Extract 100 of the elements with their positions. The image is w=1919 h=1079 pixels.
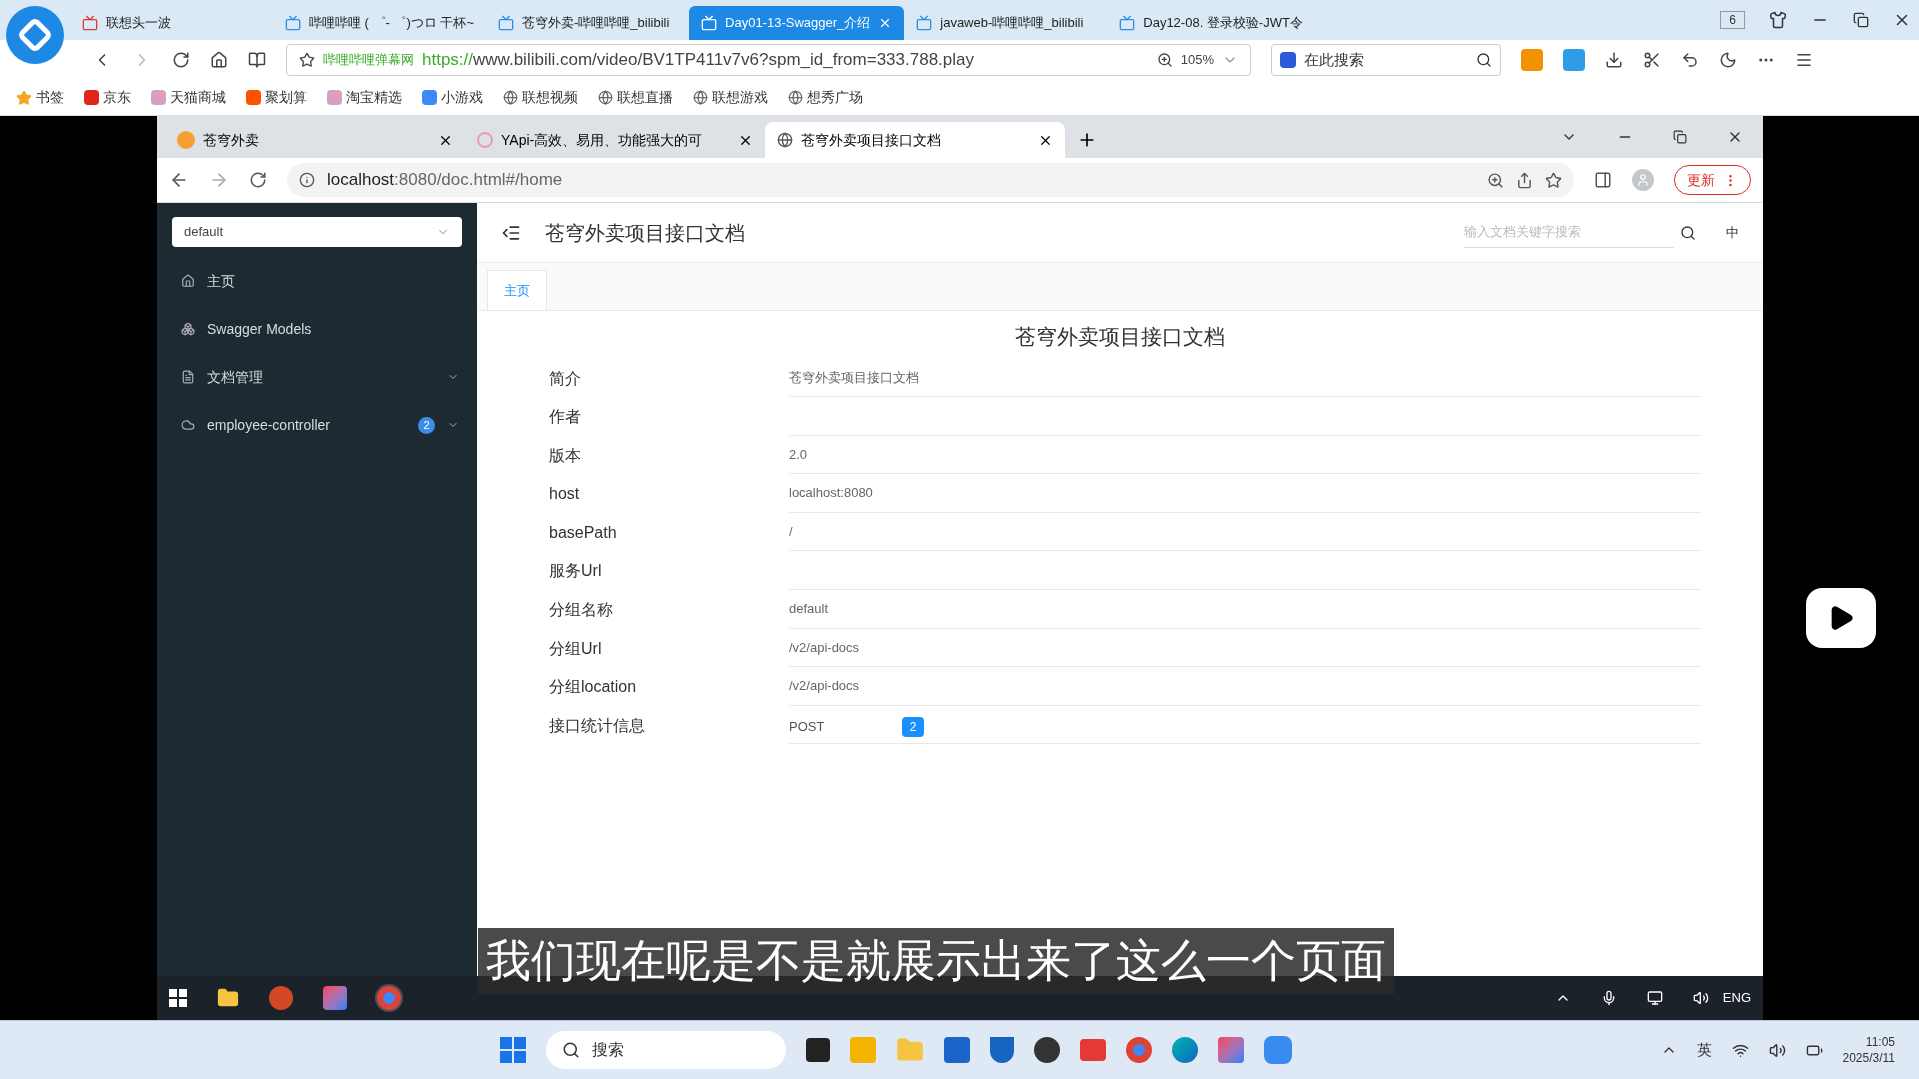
document-icon — [181, 370, 195, 384]
menu-icon[interactable] — [1795, 51, 1813, 69]
home-icon[interactable] — [210, 51, 228, 69]
video-subtitle: 我们现在呢是不是就展示出来了这么一个页面 — [478, 928, 1394, 994]
restore-icon[interactable] — [1853, 12, 1869, 28]
display-icon[interactable] — [1646, 990, 1663, 1006]
undo-icon[interactable] — [1681, 51, 1699, 69]
browser-app-icon[interactable] — [1172, 1037, 1198, 1063]
field-label: 作者 — [549, 407, 582, 428]
home-icon — [181, 274, 195, 288]
url-text: https://www.bilibili.com/video/BV1TP411v7v6?spm_id_from=333.788.play — [422, 49, 974, 72]
bookmark-icon — [422, 90, 437, 105]
site-name: 哔哩哔哩弹幕网 — [323, 51, 414, 70]
folder-icon[interactable] — [217, 987, 239, 1009]
cloud-icon — [181, 418, 195, 432]
method-label: POST — [789, 717, 826, 736]
browser-tab[interactable]: 联想头一波 — [70, 6, 273, 40]
sidebar-item[interactable]: 文档管理 — [157, 353, 477, 401]
app-icon[interactable] — [1034, 1037, 1060, 1063]
language-text[interactable]: 中 — [1726, 222, 1739, 243]
tv-icon — [916, 15, 933, 31]
bookmark-item[interactable]: 想秀广场 — [788, 87, 863, 108]
field-value: /v2/api-docs — [789, 677, 860, 696]
field-value: 苍穹外卖项目接口文档 — [789, 368, 919, 387]
globe-icon — [598, 90, 613, 105]
search-field[interactable]: 在此搜索 — [1271, 44, 1501, 76]
browser-tab[interactable]: Day01-13-Swagger_介绍 — [689, 6, 905, 40]
share-icon[interactable] — [1516, 171, 1533, 189]
tv-icon — [701, 15, 718, 31]
browser-app-icon[interactable] — [377, 986, 401, 1010]
bookmark-item[interactable]: 联想直播 — [598, 87, 673, 108]
skin-icon[interactable] — [1769, 11, 1787, 29]
bookmark-item[interactable]: 聚划算 — [246, 87, 307, 108]
speaker-icon[interactable] — [1768, 1041, 1786, 1059]
sidebar-item[interactable]: Swagger Models — [157, 305, 477, 353]
group-select[interactable]: default — [172, 217, 462, 247]
zoom-icon[interactable] — [1156, 52, 1173, 68]
language-indicator[interactable]: ENG — [1722, 988, 1751, 1008]
star-icon[interactable] — [1545, 171, 1562, 189]
tv-icon — [498, 15, 515, 31]
browser-tab[interactable]: YApi-高效、易用、功能强大的可 — [465, 122, 765, 158]
tv-icon — [82, 15, 98, 31]
tab-icon — [177, 131, 195, 149]
reload-icon[interactable] — [172, 51, 190, 69]
field-value: /v2/api-docs — [789, 638, 860, 657]
field-label: 简介 — [549, 368, 582, 389]
field-value: / — [789, 522, 793, 541]
moon-icon[interactable] — [1719, 51, 1737, 69]
address-bar[interactable]: 哔哩哔哩弹幕网 https://www.bilibili.com/video/BV1TP411v7v6?spm_id_from=333.788.play 105% — [286, 44, 1251, 76]
bookmark-icon — [327, 90, 342, 105]
browser-tab[interactable]: 苍穹外卖项目接口文档 — [765, 122, 1065, 158]
field-label: 版本 — [549, 445, 582, 466]
ime-indicator[interactable]: 英 — [1696, 1038, 1712, 1062]
bookmark-item[interactable]: 联想游戏 — [693, 87, 768, 108]
bookmark-item[interactable]: 联想视频 — [503, 87, 578, 108]
windows-icon[interactable] — [169, 989, 187, 1007]
scissors-icon[interactable] — [1643, 51, 1661, 69]
browser-tab[interactable]: 哔哩哔哩 ( ゜- ゜)つロ 干杯~ — [273, 6, 487, 40]
star-icon[interactable] — [299, 52, 315, 68]
bookmark-item[interactable]: 小游戏 — [422, 87, 483, 108]
sidebar-item[interactable]: 主页 — [157, 257, 477, 305]
browser-tab[interactable]: 苍穹外卖-哔哩哔哩_bilibili — [486, 6, 690, 40]
field-value: 2.0 — [789, 445, 808, 464]
cubes-icon — [181, 322, 195, 336]
bookmark-item[interactable]: 淘宝精选 — [327, 87, 402, 108]
search-field[interactable]: 搜索 — [546, 1031, 786, 1069]
browser-tab[interactable]: Day12-08. 登录校验-JWT令 — [1107, 6, 1315, 40]
field-value: default — [789, 600, 829, 619]
reload-icon[interactable] — [249, 171, 267, 189]
browser-tab[interactable]: javaweb-哔哩哔哩_bilibili — [904, 6, 1108, 40]
clock[interactable]: 11:05 2025/3/11 — [1842, 1034, 1895, 1066]
doc-title: 苍穹外卖项目接口文档 — [1014, 324, 1226, 350]
shield-icon[interactable] — [990, 1037, 1014, 1063]
slides-app-icon[interactable] — [269, 986, 293, 1010]
count-badge: 2 — [902, 716, 924, 737]
zoom-icon[interactable] — [1487, 171, 1504, 189]
bookmark-item[interactable]: 书签 — [16, 87, 64, 108]
info-icon — [299, 172, 315, 188]
bookmark-item[interactable]: 京东 — [84, 87, 131, 108]
browser-tab[interactable]: 苍穹外卖 — [165, 122, 465, 158]
address-bar[interactable]: localhost:8080/doc.html#/home — [287, 163, 1574, 197]
globe-icon — [777, 132, 793, 148]
tab-count[interactable]: 6 — [1720, 11, 1745, 29]
zoom-level[interactable]: 105% — [1180, 50, 1214, 70]
star-icon — [16, 89, 32, 106]
search-icon[interactable] — [1476, 52, 1492, 68]
restore-icon[interactable] — [1673, 130, 1687, 144]
browser-app-icon[interactable] — [1126, 1037, 1152, 1063]
speaker-icon[interactable] — [1692, 990, 1709, 1006]
side-panel-icon[interactable] — [1594, 171, 1612, 189]
globe-icon — [788, 90, 803, 105]
search-engine-icon[interactable] — [1280, 52, 1296, 68]
reader-icon[interactable] — [248, 51, 266, 69]
bookmark-icon — [84, 90, 99, 105]
play-button[interactable] — [1806, 588, 1876, 648]
search-icon[interactable] — [1680, 224, 1696, 241]
sidebar-item[interactable]: employee-controller 2 — [157, 401, 477, 449]
app-icon[interactable] — [806, 1038, 830, 1062]
bookmark-item[interactable]: 天猫商城 — [151, 87, 226, 108]
download-icon[interactable] — [1605, 51, 1623, 69]
